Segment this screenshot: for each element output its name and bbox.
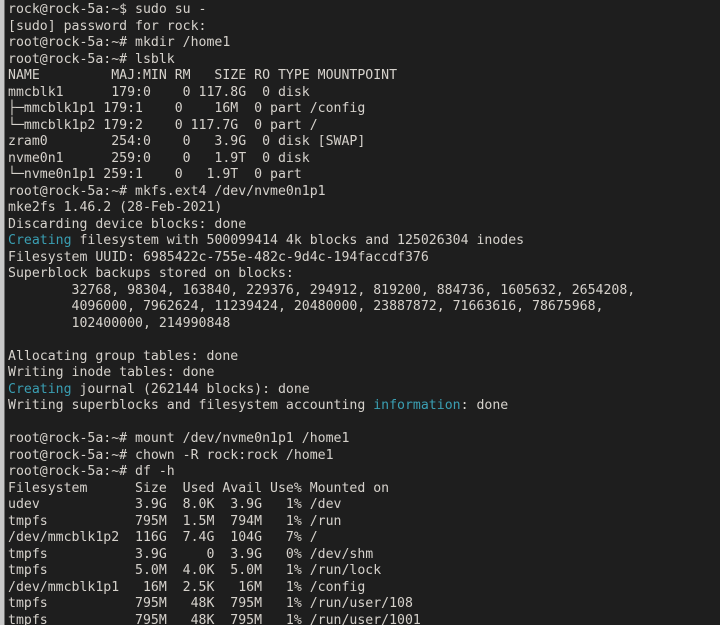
terminal-line: Discarding device blocks: done — [8, 216, 247, 232]
terminal-line: /dev/mmcblk1p1 16M 2.5K 16M 1% /config — [8, 579, 366, 595]
scrollbar-gutter-edge — [4, 0, 5, 625]
terminal-line: └─mmcblk1p2 179:2 0 117.7G 0 part / — [8, 117, 318, 133]
terminal-line: root@rock-5a:~# lsblk — [8, 51, 175, 67]
terminal-line: mke2fs 1.46.2 (28-Feb-2021) — [8, 200, 223, 215]
terminal-line: ├─mmcblk1p1 179:1 0 16M 0 part /config — [8, 101, 366, 116]
terminal-line: [sudo] password for rock: — [8, 18, 207, 34]
terminal-line: Filesystem Size Used Avail Use% Mounted … — [8, 480, 390, 496]
terminal-line: 4096000, 7962624, 11239424, 20480000, 23… — [8, 299, 604, 314]
terminal-line: Creating filesystem with 500099414 4k bl… — [8, 233, 720, 250]
terminal-line: └─nvme0n1p1 259:1 0 1.9T 0 part — [8, 167, 302, 182]
terminal-line: tmpfs 795M 1.5M 794M 1% /run — [8, 513, 342, 529]
terminal-line: Writing inode tables: done — [8, 365, 215, 380]
terminal-line: root@rock-5a:~# chown -R rock:rock /home… — [8, 447, 334, 463]
terminal-line: root@rock-5a:~# df -h — [8, 464, 175, 479]
highlighted-keyword: Creating — [8, 381, 72, 397]
highlighted-keyword: information — [373, 398, 461, 413]
terminal-line: tmpfs 795M 48K 795M 1% /run/user/108 — [8, 596, 413, 611]
line-text: journal (262144 blocks): done — [71, 381, 310, 397]
terminal-line: Creating journal (262144 blocks): done — [8, 382, 720, 399]
line-text: Writing superblocks and filesystem accou… — [8, 398, 374, 413]
terminal-line: tmpfs 795M 48K 795M 1% /run/user/1001 — [8, 612, 421, 625]
line-text: filesystem with 500099414 4k blocks and … — [71, 233, 525, 248]
terminal-line: zram0 254:0 0 3.9G 0 disk [SWAP] — [8, 134, 366, 149]
terminal-line: tmpfs 3.9G 0 3.9G 0% /dev/shm — [8, 546, 374, 562]
terminal-line: Allocating group tables: done — [8, 348, 239, 364]
highlighted-keyword: Creating — [8, 233, 72, 248]
terminal-line: NAME MAJ:MIN RM SIZE RO TYPE MOUNTPOINT — [8, 68, 398, 83]
terminal-line: root@rock-5a:~# mount /dev/nvme0n1p1 /ho… — [8, 431, 350, 446]
terminal-line: tmpfs 5.0M 4.0K 5.0M 1% /run/lock — [8, 563, 382, 578]
terminal-line: nvme0n1 259:0 0 1.9T 0 disk — [8, 150, 310, 166]
terminal-line: 32768, 98304, 163840, 229376, 294912, 81… — [8, 282, 636, 298]
terminal-line: udev 3.9G 8.0K 3.9G 1% /dev — [8, 497, 342, 512]
terminal-line: /dev/mmcblk1p2 116G 7.4G 104G 7% / — [8, 530, 318, 545]
terminal-line: rock@rock-5a:~$ sudo su - — [8, 2, 207, 17]
line-text: : done — [460, 398, 509, 413]
terminal-line: root@rock-5a:~# mkfs.ext4 /dev/nvme0n1p1 — [8, 183, 326, 199]
terminal-line: mmcblk1 179:0 0 117.8G 0 disk — [8, 84, 310, 100]
terminal-line: Filesystem UUID: 6985422c-755e-482c-9d4c… — [8, 249, 429, 265]
terminal-line: root@rock-5a:~# mkdir /home1 — [8, 35, 231, 50]
terminal-window[interactable]: rock@rock-5a:~$ sudo su - [sudo] password… — [0, 0, 720, 625]
terminal-line: Writing superblocks and filesystem accou… — [8, 398, 720, 415]
terminal-line: 102400000, 214990848 — [8, 315, 231, 331]
terminal-output-area[interactable]: rock@rock-5a:~$ sudo su - [sudo] password… — [5, 1, 720, 625]
terminal-line: Superblock backups stored on blocks: — [8, 266, 294, 281]
